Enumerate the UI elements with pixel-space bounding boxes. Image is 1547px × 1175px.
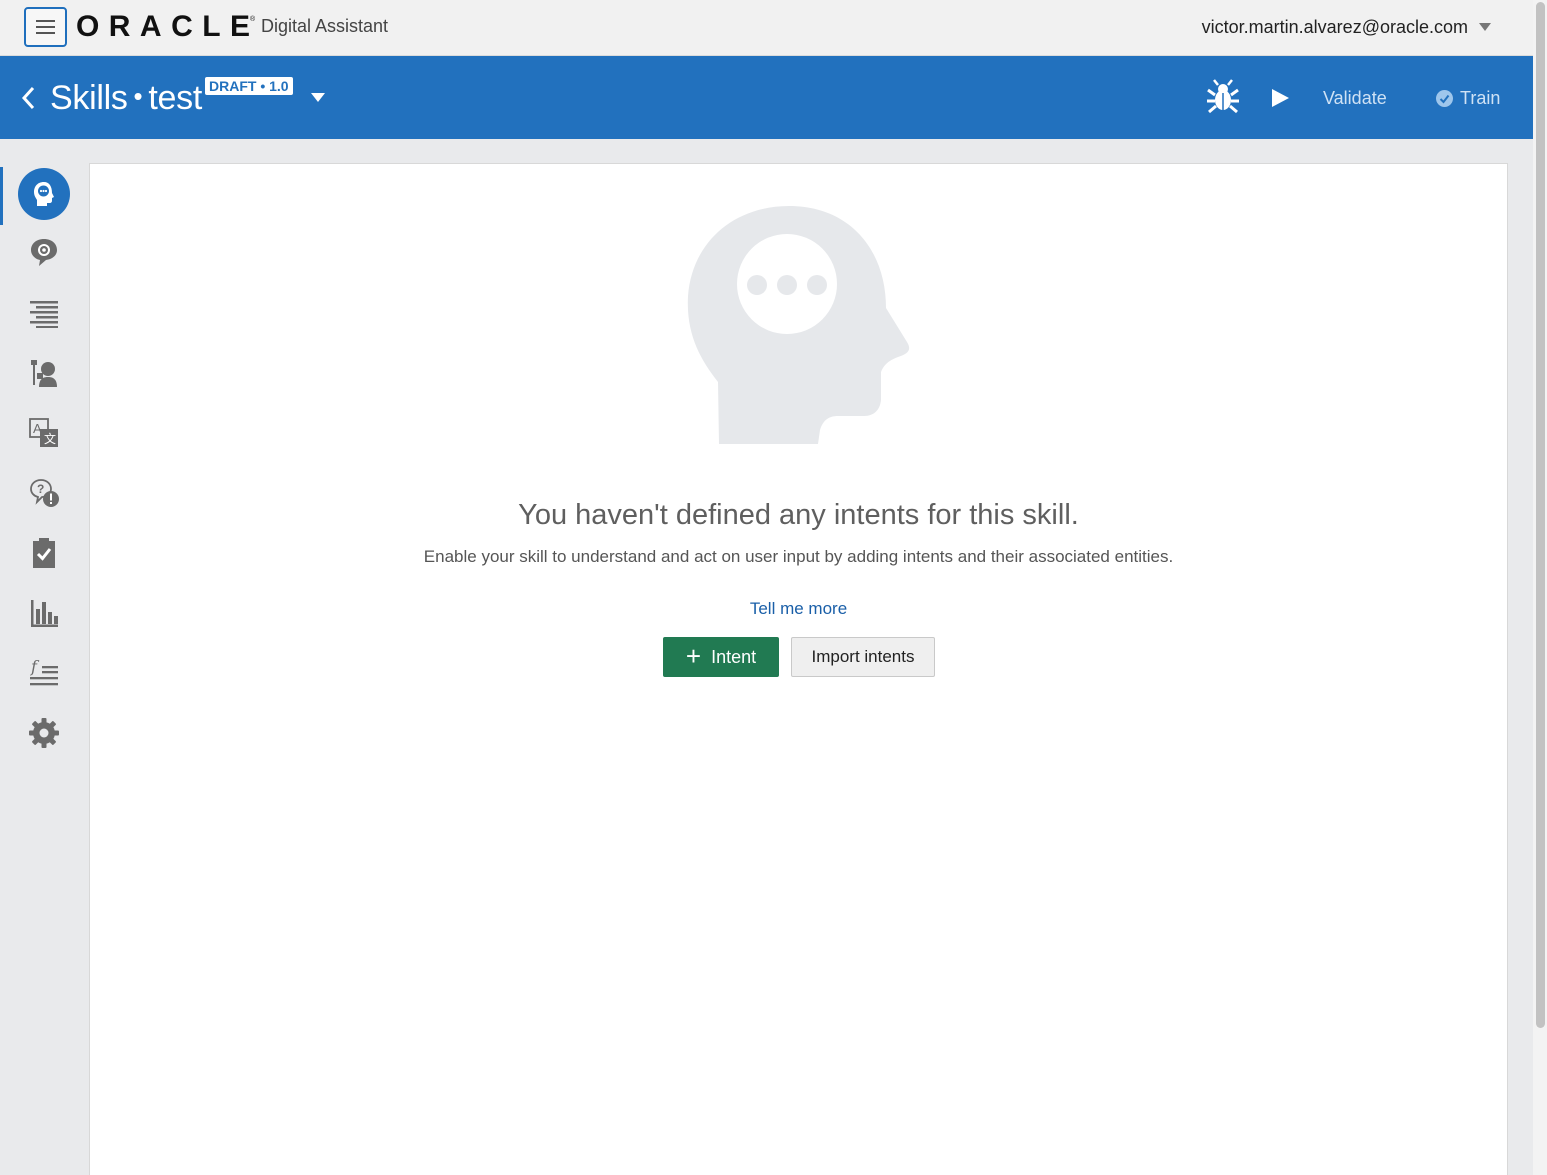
play-icon[interactable] xyxy=(1272,89,1289,107)
chevron-left-icon[interactable] xyxy=(19,84,39,112)
sidebar-item-functions[interactable]: f xyxy=(18,647,70,699)
empty-state-title: You haven't defined any intents for this… xyxy=(518,499,1079,531)
clipboard-check-icon xyxy=(33,538,55,568)
skill-title[interactable]: Skills • test xyxy=(50,79,202,118)
oracle-logo: ORACLE ® xyxy=(76,12,256,40)
train-button[interactable]: Train xyxy=(1460,88,1500,109)
chevron-down-icon[interactable] xyxy=(1479,23,1491,31)
tools-person-icon xyxy=(31,360,57,387)
sidebar-item-flows[interactable] xyxy=(18,287,70,339)
sidebar-item-insights[interactable] xyxy=(18,587,70,639)
sidebar-item-components[interactable] xyxy=(18,347,70,399)
sidebar-nav: A 文 ? f xyxy=(0,139,88,1175)
svg-text:®: ® xyxy=(250,15,256,23)
tell-me-more-link[interactable]: Tell me more xyxy=(750,599,847,618)
import-intents-button[interactable]: Import intents xyxy=(791,637,935,677)
intents-panel: You haven't defined any intents for this… xyxy=(89,163,1508,1175)
product-name: Digital Assistant xyxy=(261,16,389,36)
skill-header: Skills • test DRAFT • 1.0 Validate Train xyxy=(0,56,1533,139)
empty-state-description: Enable your skill to understand and act … xyxy=(423,547,1174,566)
text-lines-icon xyxy=(30,301,58,328)
gear-icon xyxy=(29,718,59,748)
top-bar: ORACLE ® Digital Assistant victor.martin… xyxy=(0,0,1533,56)
sidebar-item-quality[interactable]: ? xyxy=(18,467,70,519)
sidebar-item-intents[interactable] xyxy=(18,168,70,220)
sidebar-item-tests[interactable] xyxy=(18,527,70,579)
version-dropdown-icon[interactable] xyxy=(311,93,325,102)
bug-icon[interactable] xyxy=(1205,79,1241,115)
breadcrumb-skills[interactable]: Skills xyxy=(50,79,128,117)
add-intent-label: Intent xyxy=(711,646,757,667)
svg-text:f: f xyxy=(30,657,40,676)
chat-gear-icon xyxy=(31,239,57,266)
skill-name: test xyxy=(148,79,202,117)
translate-icon: A 文 xyxy=(29,418,58,447)
sidebar-item-settings[interactable] xyxy=(18,707,70,759)
hamburger-line xyxy=(36,26,55,28)
function-lines-icon: f xyxy=(30,657,58,686)
validate-button[interactable]: Validate xyxy=(1323,88,1387,109)
user-email[interactable]: victor.martin.alvarez@oracle.com xyxy=(1202,17,1468,38)
version-badge: DRAFT • 1.0 xyxy=(205,77,293,95)
svg-text:文: 文 xyxy=(44,431,56,446)
bar-chart-icon xyxy=(31,600,58,627)
tell-me-more-row: Tell me more xyxy=(90,599,1507,619)
add-intent-button[interactable]: + Intent xyxy=(663,637,779,677)
breadcrumb-separator: • xyxy=(133,81,143,111)
svg-text:?: ? xyxy=(37,482,44,496)
sidebar-item-resource-bundles[interactable]: A 文 xyxy=(18,407,70,459)
hamburger-line xyxy=(36,20,55,22)
hamburger-menu-button[interactable] xyxy=(24,7,67,47)
head-chat-icon xyxy=(34,182,54,206)
sidebar-item-entities[interactable] xyxy=(18,226,70,278)
hamburger-line xyxy=(36,32,55,34)
head-chat-illustration xyxy=(687,206,910,444)
check-circle-icon[interactable] xyxy=(1436,90,1453,107)
active-indicator xyxy=(0,167,3,225)
question-alert-icon: ? xyxy=(30,479,59,507)
scrollbar-thumb[interactable] xyxy=(1536,2,1545,1028)
plus-icon: + xyxy=(685,640,702,671)
svg-text:ORACLE: ORACLE xyxy=(76,12,251,40)
